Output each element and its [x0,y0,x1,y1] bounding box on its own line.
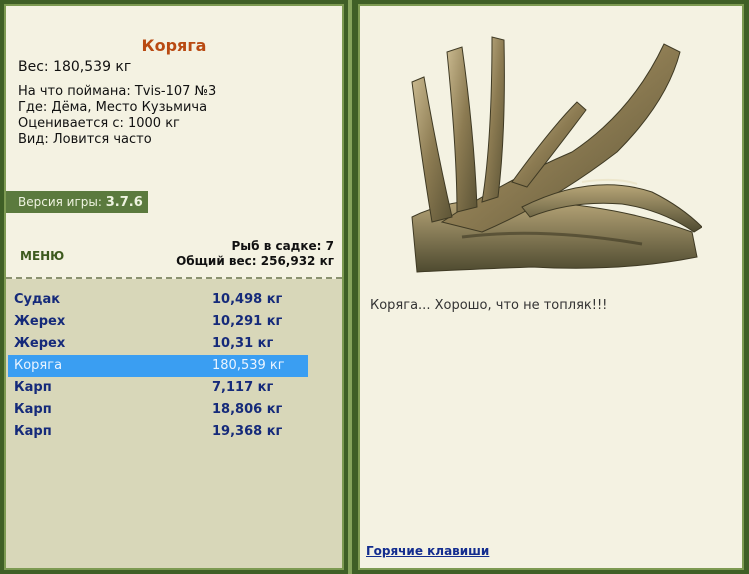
fish-info-panel: Коряга Вес: 180,539 кг На что поймана: T… [4,4,344,570]
fish-list-item-weight: 7,117 кг [212,380,274,395]
cage-fish-count: Рыб в садке: 7 [231,239,335,253]
fish-kind: Вид: Ловится часто [18,132,152,147]
fish-list-item-name: Судак [14,292,61,307]
fish-list-item-weight: 10,498 кг [212,292,283,307]
menu-button[interactable]: МЕНЮ [20,249,64,263]
fish-list-item-name: Карп [14,380,52,395]
fish-location: Где: Дёма, Место Кузьмича [18,100,208,115]
fish-list-item-selected[interactable]: Коряга 180,539 кг [8,355,308,377]
fish-list-item[interactable]: Карп 19,368 кг [8,421,308,443]
fish-list-item[interactable]: Жерех 10,31 кг [8,333,308,355]
fish-list: Судак 10,498 кг Жерех 10,291 кг Жерех 10… [6,279,342,568]
fish-list-item[interactable]: Карп 18,806 кг [8,399,308,421]
fish-detail-panel: Коряга... Хорошо, что не топляк!!! Горяч… [358,4,744,570]
fish-description: Коряга... Хорошо, что не топляк!!! [370,298,608,313]
fish-list-item[interactable]: Карп 7,117 кг [8,377,308,399]
fish-list-item-weight: 10,31 кг [212,336,274,351]
version-value: 3.7.6 [105,195,143,210]
fish-list-item-weight: 18,806 кг [212,402,283,417]
fish-list-item[interactable]: Судак 10,498 кг [8,289,308,311]
fish-title: Коряга [141,36,207,55]
fish-list-item-name: Жерех [14,336,66,351]
version-label: Версия игры: [18,195,102,209]
version-bar: Версия игры: 3.7.6 [6,191,148,213]
fish-list-item-name: Карп [14,402,52,417]
cage-total-weight: Общий вес: 256,932 кг [176,254,334,268]
cage-stats: Рыб в садке: 7 Общий вес: 256,932 кг [176,239,334,269]
hotkeys-link[interactable]: Горячие клавиши [366,544,489,558]
fish-list-item-name: Карп [14,424,52,439]
fish-list-item[interactable]: Жерех 10,291 кг [8,311,308,333]
fish-list-item-name: Коряга [14,358,63,373]
driftwood-image [411,36,702,273]
fish-list-item-name: Жерех [14,314,66,329]
fish-value: Оценивается с: 1000 кг [18,116,180,131]
fish-weight: Вес: 180,539 кг [18,59,132,75]
fish-list-item-weight: 19,368 кг [212,424,283,439]
fish-list-item-weight: 10,291 кг [212,314,283,329]
fish-caught-with: На что поймана: Tvis-107 №3 [18,84,217,99]
fish-list-item-weight: 180,539 кг [212,358,285,373]
